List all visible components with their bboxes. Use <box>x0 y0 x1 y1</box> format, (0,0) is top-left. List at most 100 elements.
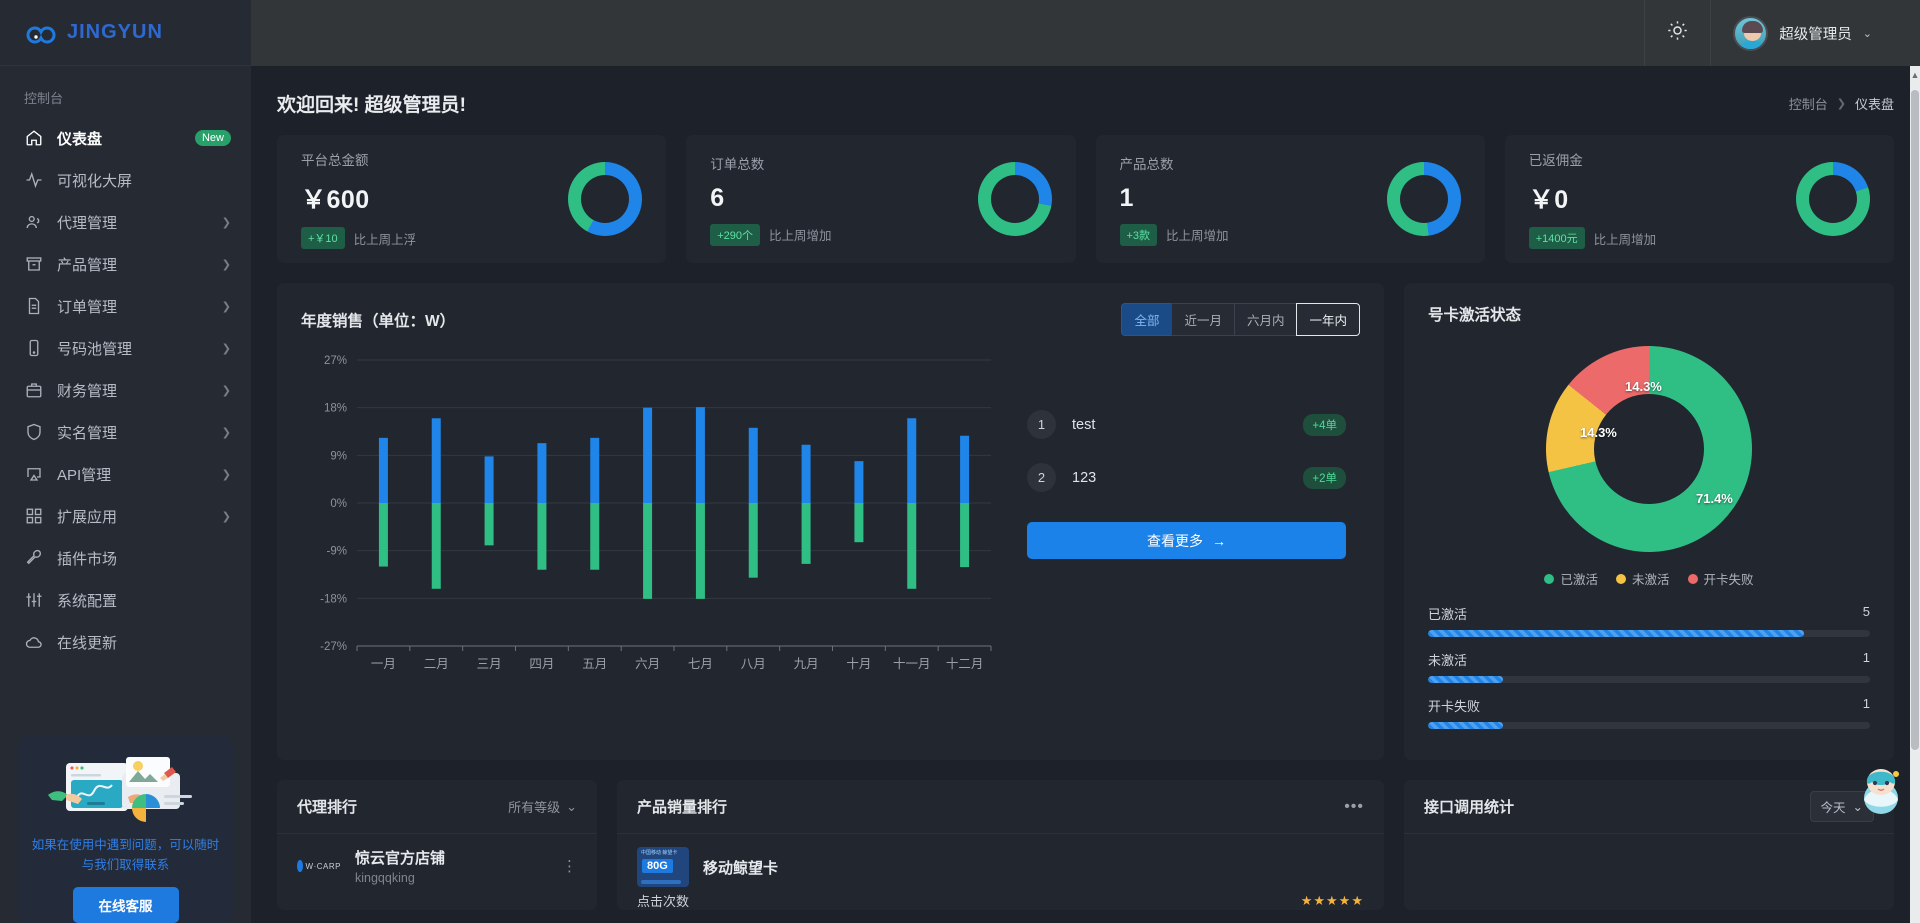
progress-track <box>1428 722 1870 729</box>
progress-label: 开卡失败 <box>1428 699 1481 714</box>
range-all-button[interactable]: 全部 <box>1121 303 1172 336</box>
airplay-icon <box>24 465 43 484</box>
svg-text:八月: 八月 <box>741 657 766 671</box>
list-item[interactable]: 2 123 +2单 <box>1027 451 1346 504</box>
view-more-button[interactable]: 查看更多 → <box>1027 522 1346 559</box>
activation-pie-chart: 14.3% 14.3% 71.4% <box>1428 331 1870 567</box>
legend-dot-icon <box>1544 573 1555 584</box>
sidebar-item-finance-mgmt[interactable]: 财务管理 ❯ <box>0 369 251 411</box>
sidebar-item-online-update[interactable]: 在线更新 <box>0 621 251 663</box>
shop-logo-icon: W·CARP <box>297 855 341 877</box>
chevron-right-icon: ❯ <box>221 468 231 481</box>
sidebar-item-visual-screen[interactable]: 可视化大屏 <box>0 159 251 201</box>
progress-value: 5 <box>1862 604 1870 619</box>
stat-value: 1 <box>1119 183 1134 212</box>
breadcrumb-item-console[interactable]: 控制台 <box>1789 94 1828 113</box>
svg-text:18%: 18% <box>324 403 347 415</box>
wrench-icon <box>24 549 43 568</box>
app-root: JINGYUN 控制台 仪表盘 New 可视化大屏 代理管理 ❯ 产品管理 ❯ <box>0 0 1920 923</box>
legend-dot-icon <box>1615 573 1626 584</box>
briefcase-icon <box>24 381 43 400</box>
ellipsis-icon[interactable]: ••• <box>1344 798 1364 816</box>
sidebar-item-agent-mgmt[interactable]: 代理管理 ❯ <box>0 201 251 243</box>
phone-icon <box>24 339 43 358</box>
sidebar-item-label: 在线更新 <box>57 634 118 652</box>
logo-bar[interactable]: JINGYUN <box>0 0 251 66</box>
sidebar-item-label: 号码池管理 <box>57 340 133 358</box>
legend-item-failed[interactable]: 开卡失败 <box>1687 569 1754 588</box>
sidebar-item-label: 可视化大屏 <box>57 172 133 190</box>
sidebar-item-dashboard[interactable]: 仪表盘 New <box>0 117 251 159</box>
vertical-scrollbar[interactable]: ▲ <box>1910 66 1920 923</box>
rank-number: 2 <box>1027 463 1056 492</box>
range-last-month-button[interactable]: 近一月 <box>1171 303 1234 336</box>
users-icon <box>24 213 43 232</box>
stat-value: 6 <box>710 183 725 212</box>
sidebar-badge-new: New <box>194 130 231 146</box>
card-activation-status-card: 号卡激活状态 14.3% 14.3% 71.4% 已激活 未激活 开卡失败 已激… <box>1404 283 1894 760</box>
progress-track <box>1428 630 1870 637</box>
stat-card-commission-paid: 已返佣金 ￥0 +1400元 比上周增加 <box>1504 135 1894 263</box>
stat-value: ￥600 <box>301 186 370 214</box>
sidebar-item-number-pool[interactable]: 号码池管理 ❯ <box>0 327 251 369</box>
legend-item-activated[interactable]: 已激活 <box>1544 569 1598 588</box>
product-data-badge: 80G <box>642 859 673 873</box>
product-sales-ranking-card: 产品销量排行 ••• 中国移动 鲸望卡 80G 移动鲸望卡 点击次数 ★★★★★ <box>617 780 1384 910</box>
range-six-months-button[interactable]: 六月内 <box>1233 303 1297 336</box>
legend-item-inactive[interactable]: 未激活 <box>1615 569 1670 588</box>
api-call-stats-card: 接口调用统计 今天 ⌄ <box>1404 780 1894 910</box>
breadcrumb: 控制台 ❯ 仪表盘 <box>1789 94 1894 113</box>
activation-legend: 已激活 未激活 开卡失败 <box>1428 569 1870 588</box>
stat-title: 平台总金额 <box>301 153 369 168</box>
stat-ring-chart <box>977 162 1052 236</box>
activation-title: 号卡激活状态 <box>1428 307 1522 324</box>
sidebar-item-system-config[interactable]: 系统配置 <box>0 579 251 621</box>
grid-icon <box>24 507 43 526</box>
breadcrumb-separator-icon: ❯ <box>1836 98 1846 110</box>
legend-label: 开卡失败 <box>1703 573 1754 587</box>
chevron-right-icon: ❯ <box>221 258 231 271</box>
sidebar-item-plugin-market[interactable]: 插件市场 <box>0 537 251 579</box>
sidebar: JINGYUN 控制台 仪表盘 New 可视化大屏 代理管理 ❯ 产品管理 ❯ <box>0 0 251 923</box>
svg-text:十二月: 十二月 <box>946 657 984 671</box>
sidebar-item-product-mgmt[interactable]: 产品管理 ❯ <box>0 243 251 285</box>
assistant-mascot-icon[interactable] <box>1850 756 1912 818</box>
table-row[interactable]: W·CARP 惊云官方店铺 kingqqking ⋮ <box>277 834 597 885</box>
stat-value: ￥0 <box>1528 186 1569 214</box>
theme-toggle-button[interactable] <box>1645 0 1710 66</box>
row-menu-icon[interactable]: ⋮ <box>562 859 577 874</box>
stat-delta-badge: +1400元 <box>1528 227 1585 249</box>
list-item[interactable]: 1 test +4单 <box>1027 398 1346 451</box>
pie-label-inactive: 14.3% <box>1580 425 1617 440</box>
scrollbar-thumb[interactable] <box>1911 90 1919 750</box>
sidebar-item-api-mgmt[interactable]: API管理 ❯ <box>0 453 251 495</box>
online-support-button[interactable]: 在线客服 <box>72 887 179 923</box>
scrollbar-up-arrow-icon[interactable]: ▲ <box>1910 66 1920 84</box>
sidebar-item-order-mgmt[interactable]: 订单管理 ❯ <box>0 285 251 327</box>
range-one-year-button[interactable]: 一年内 <box>1296 303 1360 336</box>
welcome-bar: 欢迎回来! 超级管理员! 控制台 ❯ 仪表盘 <box>277 66 1894 135</box>
user-menu-button[interactable]: 超级管理员 ⌄ <box>1711 0 1894 66</box>
home-icon <box>24 129 43 148</box>
svg-text:27%: 27% <box>324 355 347 367</box>
pie-donut <box>1546 346 1752 552</box>
sidebar-item-label: 仪表盘 <box>57 130 103 148</box>
table-row[interactable]: 中国移动 鲸望卡 80G 移动鲸望卡 <box>617 834 1384 887</box>
avatar <box>1733 15 1769 51</box>
progress-label: 已激活 <box>1428 607 1468 622</box>
stat-subtext: 比上周增加 <box>1593 232 1657 247</box>
annual-sales-card: 年度销售（单位：W） 全部 近一月 六月内 一年内 27% 18% 9% 0% -9% -… <box>277 283 1384 760</box>
sidebar-item-realname-mgmt[interactable]: 实名管理 ❯ <box>0 411 251 453</box>
svg-text:0%: 0% <box>330 498 347 510</box>
sidebar-item-label: 代理管理 <box>57 214 118 232</box>
stat-subtext: 比上周增加 <box>1166 229 1229 243</box>
chevron-right-icon: ❯ <box>221 384 231 397</box>
sidebar-item-label: 插件市场 <box>57 550 118 568</box>
agent-ranking-card: 代理排行 所有等级 ⌄ W·CARP 惊云官方店铺 kingqqking ⋮ <box>277 780 597 910</box>
agent-level-filter[interactable]: 所有等级 ⌄ <box>508 797 577 816</box>
sidebar-item-extensions[interactable]: 扩展应用 ❯ <box>0 495 251 537</box>
sidebar-item-label: 实名管理 <box>57 424 118 442</box>
sidebar-item-label: 系统配置 <box>57 592 118 610</box>
svg-text:一月: 一月 <box>371 657 396 671</box>
view-more-label: 查看更多 <box>1147 532 1203 549</box>
